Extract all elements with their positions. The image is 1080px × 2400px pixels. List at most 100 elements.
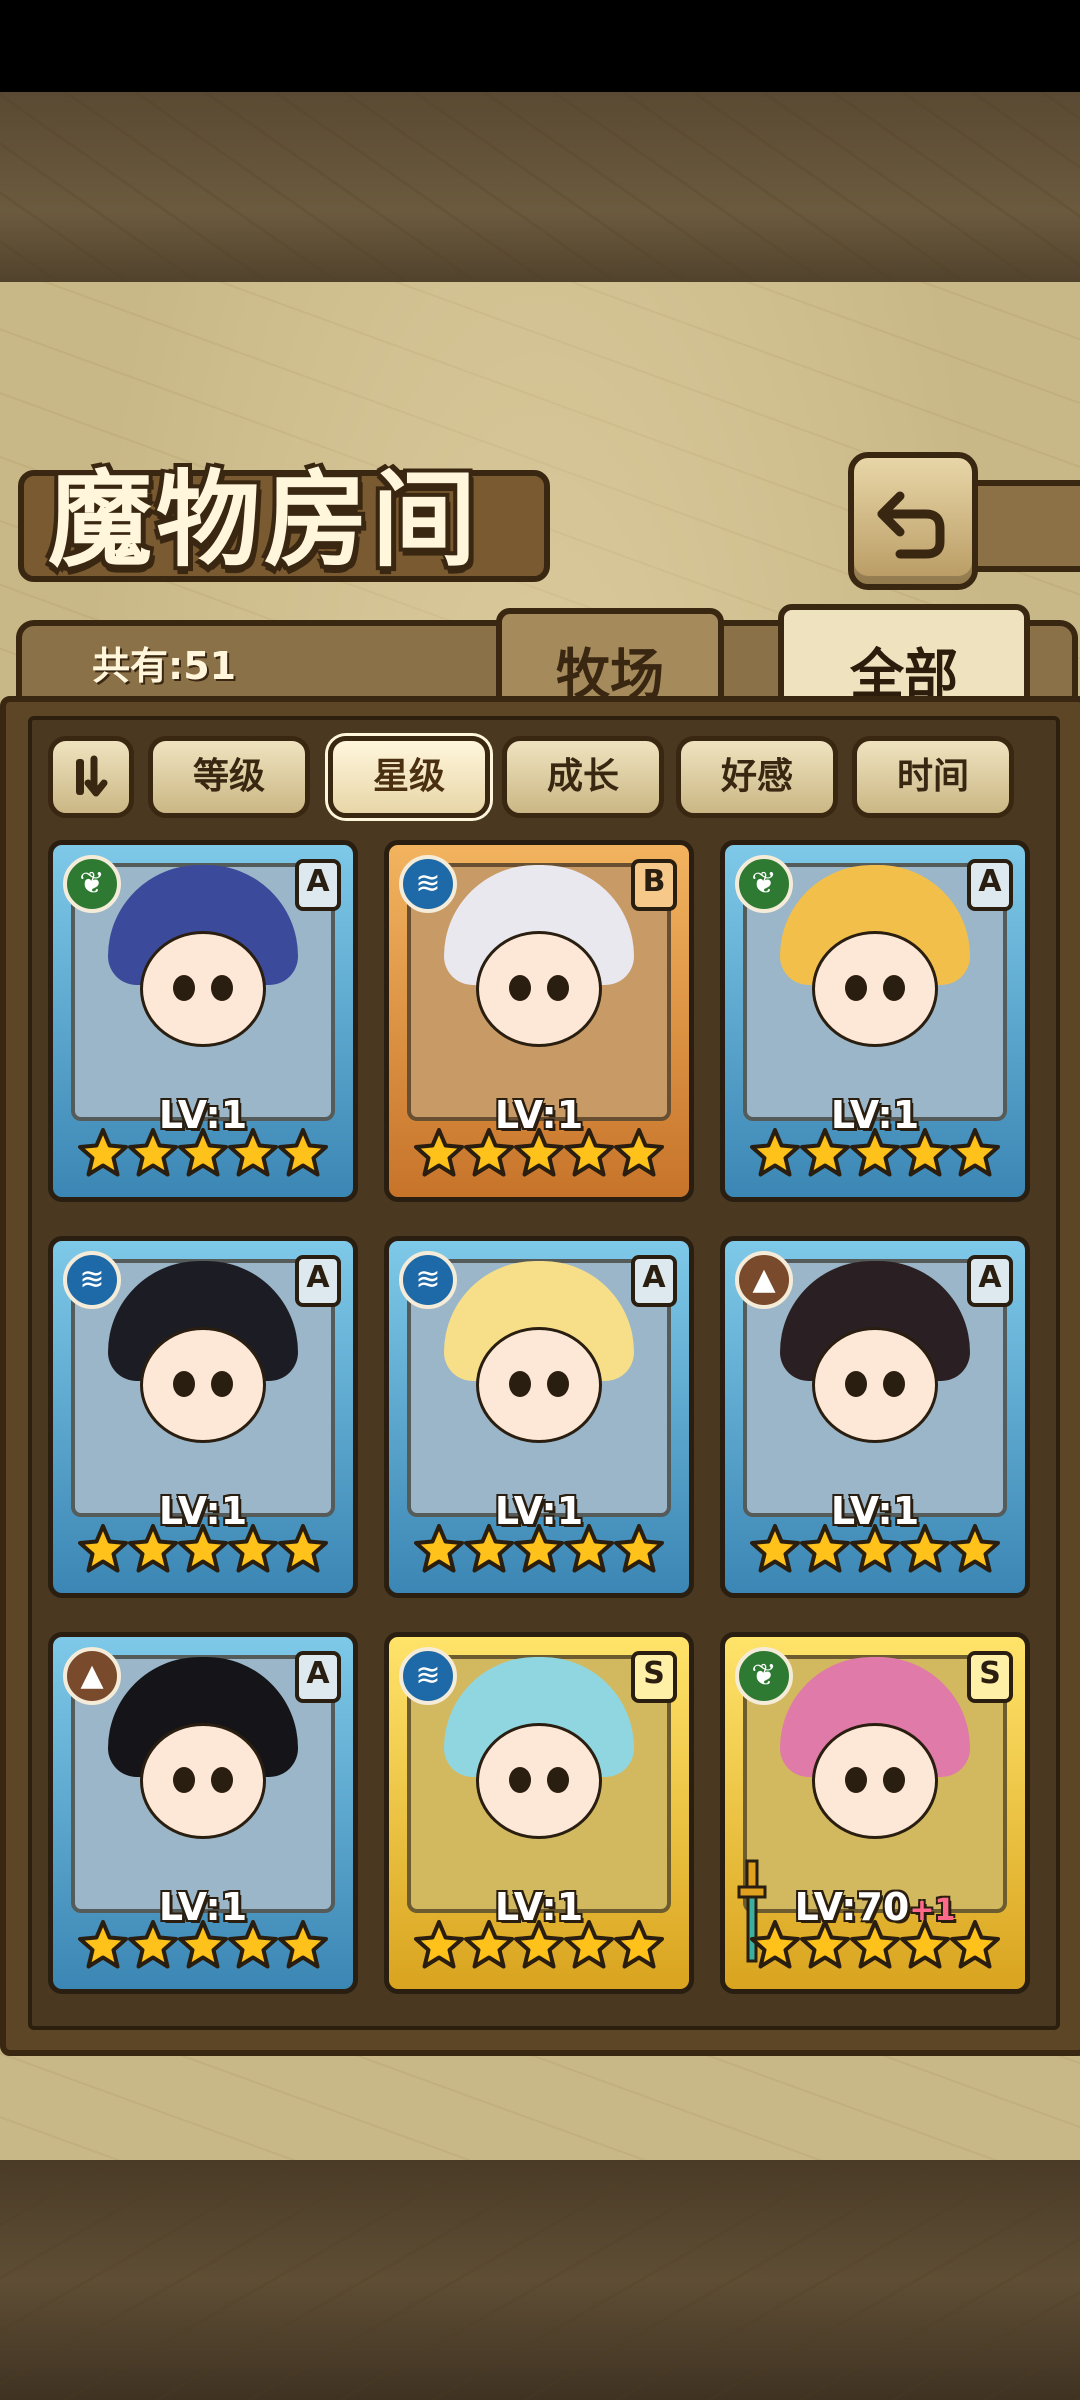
monster-portrait-eye (883, 1767, 905, 1793)
star-icon (949, 1523, 1001, 1575)
monster-portrait-face (140, 1327, 266, 1443)
sort-order-icon (76, 755, 108, 797)
page-title: 魔物房间 (48, 458, 481, 581)
monster-portrait-eye (547, 1767, 569, 1793)
star-icon (899, 1127, 951, 1179)
rank-badge: A (967, 859, 1013, 911)
monster-portrait-eye (173, 1767, 195, 1793)
sort-level-button[interactable]: 等级 (148, 736, 310, 818)
monster-card[interactable]: ❦ A LV:1 (720, 840, 1030, 1202)
star-icon (513, 1127, 565, 1179)
star-icon (227, 1919, 279, 1971)
monster-card[interactable]: ≋ A LV:1 (384, 1236, 694, 1598)
sort-stars-button[interactable]: 星级 (328, 736, 490, 818)
star-icon (749, 1127, 801, 1179)
star-icon (127, 1919, 179, 1971)
monster-portrait-eye (845, 1371, 867, 1397)
monster-portrait-face (812, 1723, 938, 1839)
monster-portrait-eye (845, 1767, 867, 1793)
rank-badge: S (631, 1651, 677, 1703)
star-icon (563, 1127, 615, 1179)
rank-badge: B (631, 859, 677, 911)
star-rating (53, 1919, 353, 1983)
star-icon (613, 1127, 665, 1179)
star-icon (899, 1919, 951, 1971)
rank-badge: A (967, 1255, 1013, 1307)
monster-portrait-eye (547, 1371, 569, 1397)
sort-order-button[interactable] (48, 736, 134, 818)
water-icon: ≋ (63, 1251, 121, 1309)
star-icon (613, 1919, 665, 1971)
water-icon: ≋ (399, 855, 457, 913)
leaf-icon: ❦ (735, 855, 793, 913)
star-icon (849, 1919, 901, 1971)
star-icon (277, 1919, 329, 1971)
monster-card[interactable]: ▲ A LV:1 (720, 1236, 1030, 1598)
star-icon (613, 1523, 665, 1575)
sort-growth-button[interactable]: 成长 (502, 736, 664, 818)
monster-card[interactable]: ▲ A LV:1 (48, 1632, 358, 1994)
star-icon (463, 1919, 515, 1971)
rank-badge: S (967, 1651, 1013, 1703)
star-rating (53, 1127, 353, 1191)
star-icon (463, 1127, 515, 1179)
back-button[interactable] (848, 452, 978, 590)
star-icon (227, 1523, 279, 1575)
monster-portrait-eye (509, 1767, 531, 1793)
star-icon (463, 1523, 515, 1575)
star-rating (725, 1523, 1025, 1587)
star-rating (725, 1127, 1025, 1191)
rank-badge: A (295, 1255, 341, 1307)
star-rating (725, 1919, 1025, 1983)
star-icon (413, 1523, 465, 1575)
star-icon (177, 1127, 229, 1179)
star-icon (413, 1127, 465, 1179)
star-icon (799, 1523, 851, 1575)
monster-portrait-eye (509, 1371, 531, 1397)
star-icon (413, 1919, 465, 1971)
rank-badge: A (295, 859, 341, 911)
star-icon (227, 1127, 279, 1179)
star-rating (389, 1523, 689, 1587)
map-background-bottom (0, 2160, 1080, 2400)
back-button-bar (966, 480, 1080, 572)
star-icon (563, 1919, 615, 1971)
monster-portrait-eye (509, 975, 531, 1001)
map-background-top (0, 92, 1080, 292)
earth-icon: ▲ (735, 1251, 793, 1309)
monster-portrait-eye (173, 1371, 195, 1397)
star-icon (749, 1523, 801, 1575)
monster-portrait-face (476, 1327, 602, 1443)
star-icon (849, 1127, 901, 1179)
monster-portrait-face (140, 931, 266, 1047)
monster-card[interactable]: ≋ B LV:1 (384, 840, 694, 1202)
monster-card[interactable]: ≋ S LV:1 (384, 1632, 694, 1994)
star-icon (177, 1919, 229, 1971)
monster-portrait-eye (547, 975, 569, 1001)
sort-affection-button[interactable]: 好感 (676, 736, 838, 818)
monster-card[interactable]: ≋ A LV:1 (48, 1236, 358, 1598)
star-icon (127, 1127, 179, 1179)
rank-badge: A (295, 1651, 341, 1703)
leaf-icon: ❦ (63, 855, 121, 913)
star-icon (513, 1523, 565, 1575)
star-icon (77, 1919, 129, 1971)
monster-portrait-eye (845, 975, 867, 1001)
star-rating (389, 1919, 689, 1983)
monster-card[interactable]: ❦ S LV:70+1 (720, 1632, 1030, 1994)
star-icon (127, 1523, 179, 1575)
sort-time-button[interactable]: 时间 (852, 736, 1014, 818)
star-icon (849, 1523, 901, 1575)
monster-portrait-face (140, 1723, 266, 1839)
monster-portrait-face (812, 1327, 938, 1443)
star-icon (799, 1127, 851, 1179)
monster-card[interactable]: ❦ A LV:1 (48, 840, 358, 1202)
return-arrow-icon (877, 491, 945, 559)
star-icon (799, 1919, 851, 1971)
monster-portrait-face (476, 1723, 602, 1839)
water-icon: ≋ (399, 1251, 457, 1309)
water-icon: ≋ (399, 1647, 457, 1705)
star-icon (77, 1523, 129, 1575)
monster-portrait-eye (211, 1371, 233, 1397)
star-icon (749, 1919, 801, 1971)
